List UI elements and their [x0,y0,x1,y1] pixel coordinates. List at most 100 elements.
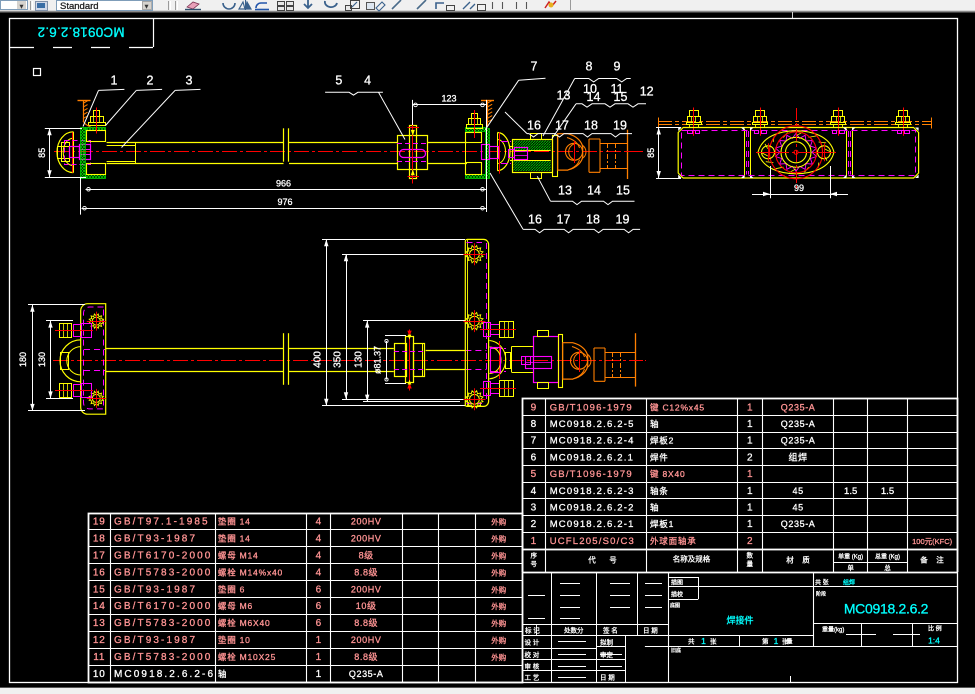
svg-text:1: 1 [774,636,779,646]
svg-text:19: 19 [613,118,627,132]
svg-text:代: 代 [588,555,596,565]
svg-text:▾: ▾ [20,4,24,11]
svg-text:1:4: 1:4 [928,636,940,646]
svg-text:1: 1 [316,635,322,646]
svg-text:1.5: 1.5 [881,486,894,497]
svg-text:MC0918.2.6.2-4: MC0918.2.6.2-4 [550,436,635,447]
svg-text:19: 19 [93,517,106,528]
svg-text:180: 180 [18,352,28,367]
svg-text:轴: 轴 [218,669,227,679]
svg-text:数: 数 [747,551,754,560]
svg-text:MC0918.2.6.2-3: MC0918.2.6.2-3 [550,486,635,497]
svg-text:6: 6 [316,584,322,595]
svg-text:单: 单 [847,563,854,572]
svg-text:123: 123 [441,94,456,104]
svg-text:外购: 外购 [491,584,506,594]
svg-text:8: 8 [531,419,537,430]
svg-text:14: 14 [587,183,601,197]
svg-text:Q235-A: Q235-A [781,519,816,529]
svg-text:1: 1 [111,73,118,87]
svg-text:外球面轴承: 外球面轴承 [650,536,697,546]
svg-text:GB/T93-1987: GB/T93-1987 [114,534,197,545]
svg-text:序: 序 [531,551,538,560]
svg-text:审定: 审定 [600,650,614,659]
svg-text:MC0918.2.6.2-6: MC0918.2.6.2-6 [114,669,215,680]
svg-text:键 C12%x45: 键 C12%x45 [650,402,705,412]
svg-text:处数分: 处数分 [564,625,584,634]
svg-text:标 记: 标 记 [525,625,540,634]
svg-text:4: 4 [531,486,537,497]
svg-text:GB/T5783-2000: GB/T5783-2000 [114,567,212,578]
svg-text:重量(kg): 重量(kg) [822,626,844,634]
svg-text:GB/T93-1987: GB/T93-1987 [114,635,197,646]
svg-text:旧底: 旧底 [671,647,681,654]
svg-text:GB/T93-1987: GB/T93-1987 [114,584,197,595]
svg-text:7: 7 [531,436,537,447]
svg-text:15: 15 [614,90,628,104]
svg-text:质: 质 [802,555,810,565]
svg-text:3: 3 [531,502,537,513]
svg-text:9: 9 [531,402,537,413]
svg-text:Standard: Standard [60,1,99,12]
svg-text:1: 1 [747,436,753,447]
svg-text:2: 2 [531,519,537,530]
svg-text:螺母 M6: 螺母 M6 [218,601,253,611]
svg-text:外购: 外购 [491,601,506,611]
svg-text:轴: 轴 [650,502,659,512]
svg-text:外购: 外购 [491,550,506,560]
svg-text:200HV: 200HV [351,584,382,594]
svg-text:350: 350 [333,351,344,368]
svg-text:8.8级: 8.8级 [354,617,378,628]
svg-text:130: 130 [37,352,47,367]
svg-text:共: 共 [688,637,695,646]
svg-text:垫圈 14: 垫圈 14 [218,534,251,544]
svg-text:45: 45 [792,502,803,512]
svg-text:Q235-A: Q235-A [781,419,816,429]
svg-text:螺栓 M10X25: 螺栓 M10X25 [218,652,276,662]
svg-text:GB/T6170-2000: GB/T6170-2000 [114,550,212,561]
svg-text:13: 13 [557,88,571,102]
svg-text:外购: 外购 [491,534,506,544]
svg-text:14: 14 [587,90,601,104]
svg-text:16: 16 [527,118,541,132]
svg-text:总: 总 [884,563,891,572]
svg-text:外购: 外购 [491,618,506,628]
svg-text:底图: 底图 [670,602,680,609]
svg-text:1: 1 [747,486,753,497]
svg-text:螺栓 M6X40: 螺栓 M6X40 [218,618,271,628]
svg-text:焊板2: 焊板2 [650,436,674,446]
svg-text:18: 18 [93,534,106,545]
svg-text:1.5: 1.5 [844,486,857,497]
svg-text:张: 张 [710,637,717,646]
svg-text:焊接件: 焊接件 [726,615,753,626]
svg-text:19: 19 [616,212,630,226]
svg-text:拟制: 拟制 [600,638,614,647]
svg-text:签 名: 签 名 [603,625,618,634]
svg-text:量: 量 [747,560,754,568]
svg-text:5: 5 [531,469,537,480]
svg-text:5: 5 [335,73,342,87]
svg-text:MC0918.2.6.2-5: MC0918.2.6.2-5 [550,419,635,430]
svg-text:Q235-A: Q235-A [781,402,816,412]
svg-text:▾: ▾ [145,4,149,11]
svg-text:4: 4 [316,550,322,561]
svg-text:2: 2 [747,452,753,463]
svg-text:2: 2 [147,73,154,87]
svg-text:1: 1 [747,469,753,480]
svg-text:1: 1 [316,669,322,680]
svg-text:日 期: 日 期 [643,626,658,634]
svg-text:比 例: 比 例 [928,625,942,633]
svg-text:99: 99 [794,183,804,193]
svg-text:焊板1: 焊板1 [650,519,674,529]
svg-text:GB/T97.1-1985: GB/T97.1-1985 [114,517,210,528]
svg-text:垫圈 14: 垫圈 14 [218,517,251,527]
svg-text:组焊: 组焊 [788,451,807,462]
svg-text:3: 3 [186,73,193,87]
svg-text:日 期: 日 期 [600,674,615,682]
svg-text:垫圈 6: 垫圈 6 [218,584,245,594]
svg-text:16: 16 [93,567,106,578]
svg-text:1: 1 [701,636,706,646]
svg-text:6: 6 [316,618,322,629]
svg-text:MC0918.2.6.2-2: MC0918.2.6.2-2 [550,502,635,513]
svg-text:2: 2 [747,536,753,547]
